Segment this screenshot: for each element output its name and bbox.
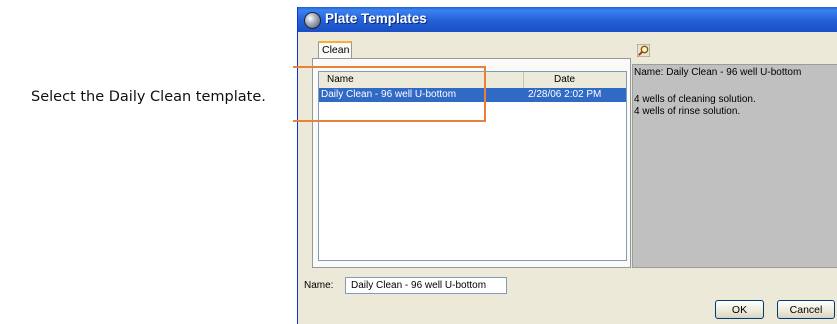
preview-line: 4 wells of rinse solution. [634,106,741,117]
magnifier-icon[interactable] [637,44,650,57]
preview-name: Name: Daily Clean - 96 well U-bottom [634,67,802,78]
instruction-callout: Select the Daily Clean template. [9,66,486,122]
window-title: Plate Templates [325,11,427,26]
row-date-cell: 2/28/06 2:02 PM [528,89,602,100]
title-bar[interactable]: Plate Templates [298,7,837,32]
app-window-icon [304,12,321,29]
plate-templates-dialog: Plate Templates Clean Name Date Daily Cl… [297,7,837,324]
name-field[interactable]: Daily Clean - 96 well U-bottom [345,277,507,294]
template-preview-panel: Name: Daily Clean - 96 well U-bottom 4 w… [632,64,837,268]
ok-button[interactable]: OK [715,300,764,319]
callout-text: Select the Daily Clean template. [31,89,266,105]
name-label: Name: [304,280,334,291]
column-header-date[interactable]: Date [524,72,626,88]
cancel-button[interactable]: Cancel [777,300,835,319]
preview-line: 4 wells of cleaning solution. [634,94,756,105]
tab-clean[interactable]: Clean [318,41,352,58]
